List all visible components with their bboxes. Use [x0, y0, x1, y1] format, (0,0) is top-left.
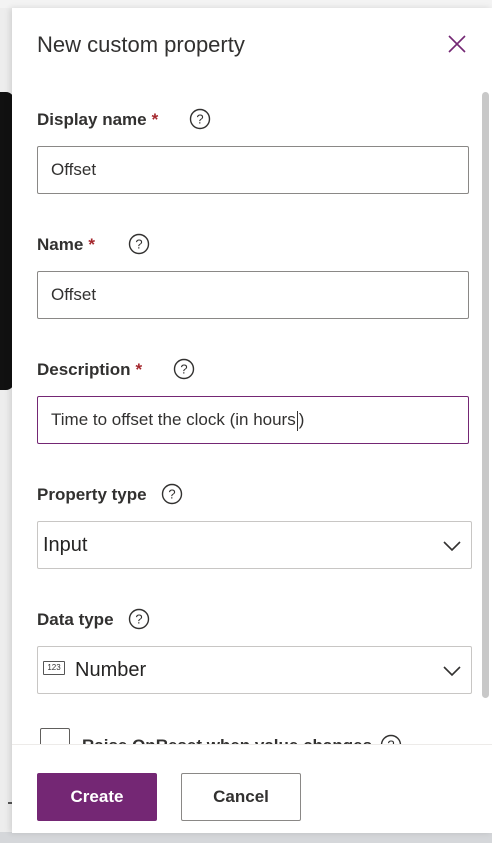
close-button[interactable]: [447, 34, 467, 54]
svg-text:?: ?: [135, 237, 142, 252]
data-type-dropdown[interactable]: 123 Number: [37, 646, 472, 694]
scrollbar[interactable]: [481, 92, 490, 702]
number-123-icon: 123: [43, 660, 65, 675]
property-type-value: Input: [43, 534, 88, 556]
svg-text:?: ?: [180, 362, 187, 377]
create-button[interactable]: Create: [37, 773, 157, 821]
panel-title: New custom property: [37, 32, 245, 57]
description-text: Time to offset the clock (in hours: [51, 410, 296, 429]
close-icon: [448, 35, 466, 53]
raise-onreset-label: Raise OnReset when value changes: [82, 736, 372, 744]
data-type-label: Data type: [37, 610, 114, 629]
description-input[interactable]: Time to offset the clock (in hours): [37, 396, 469, 444]
name-input[interactable]: Offset: [37, 271, 469, 319]
chevron-down-icon: [443, 666, 461, 677]
text-caret: [296, 410, 298, 431]
help-icon[interactable]: ?: [161, 483, 183, 505]
form-scroll-area[interactable]: Display name * ? Offset Name * ? Offset De…: [12, 88, 492, 744]
required-mark: *: [135, 360, 143, 379]
required-mark: *: [151, 110, 159, 129]
raise-onreset-checkbox[interactable]: [40, 728, 70, 744]
svg-text:?: ?: [135, 612, 142, 627]
scrollbar-thumb[interactable]: [482, 92, 489, 698]
background-bottom-strip: [0, 832, 492, 843]
help-icon[interactable]: ?: [173, 358, 195, 380]
data-type-value: Number: [75, 659, 147, 681]
svg-text:?: ?: [196, 112, 203, 127]
property-type-label: Property type: [37, 485, 147, 504]
panel-footer: Create Cancel: [12, 744, 492, 833]
chevron-down-icon: [443, 541, 461, 552]
help-icon[interactable]: ?: [128, 233, 150, 255]
display-name-label: Display name *: [37, 110, 159, 129]
name-label: Name *: [37, 235, 95, 254]
new-custom-property-panel: New custom property Display name * ? Offs…: [12, 8, 492, 833]
required-mark: *: [88, 235, 95, 254]
help-icon[interactable]: ?: [128, 608, 150, 630]
property-type-dropdown[interactable]: Input: [37, 521, 472, 569]
description-label: Description *: [37, 360, 143, 379]
help-icon[interactable]: ?: [189, 108, 211, 130]
cancel-button[interactable]: Cancel: [181, 773, 301, 821]
help-icon[interactable]: ?: [380, 734, 402, 744]
description-text-end: ): [298, 410, 305, 429]
background-top-strip: [0, 0, 492, 8]
display-name-input[interactable]: Offset: [37, 146, 469, 194]
svg-text:?: ?: [168, 487, 175, 502]
